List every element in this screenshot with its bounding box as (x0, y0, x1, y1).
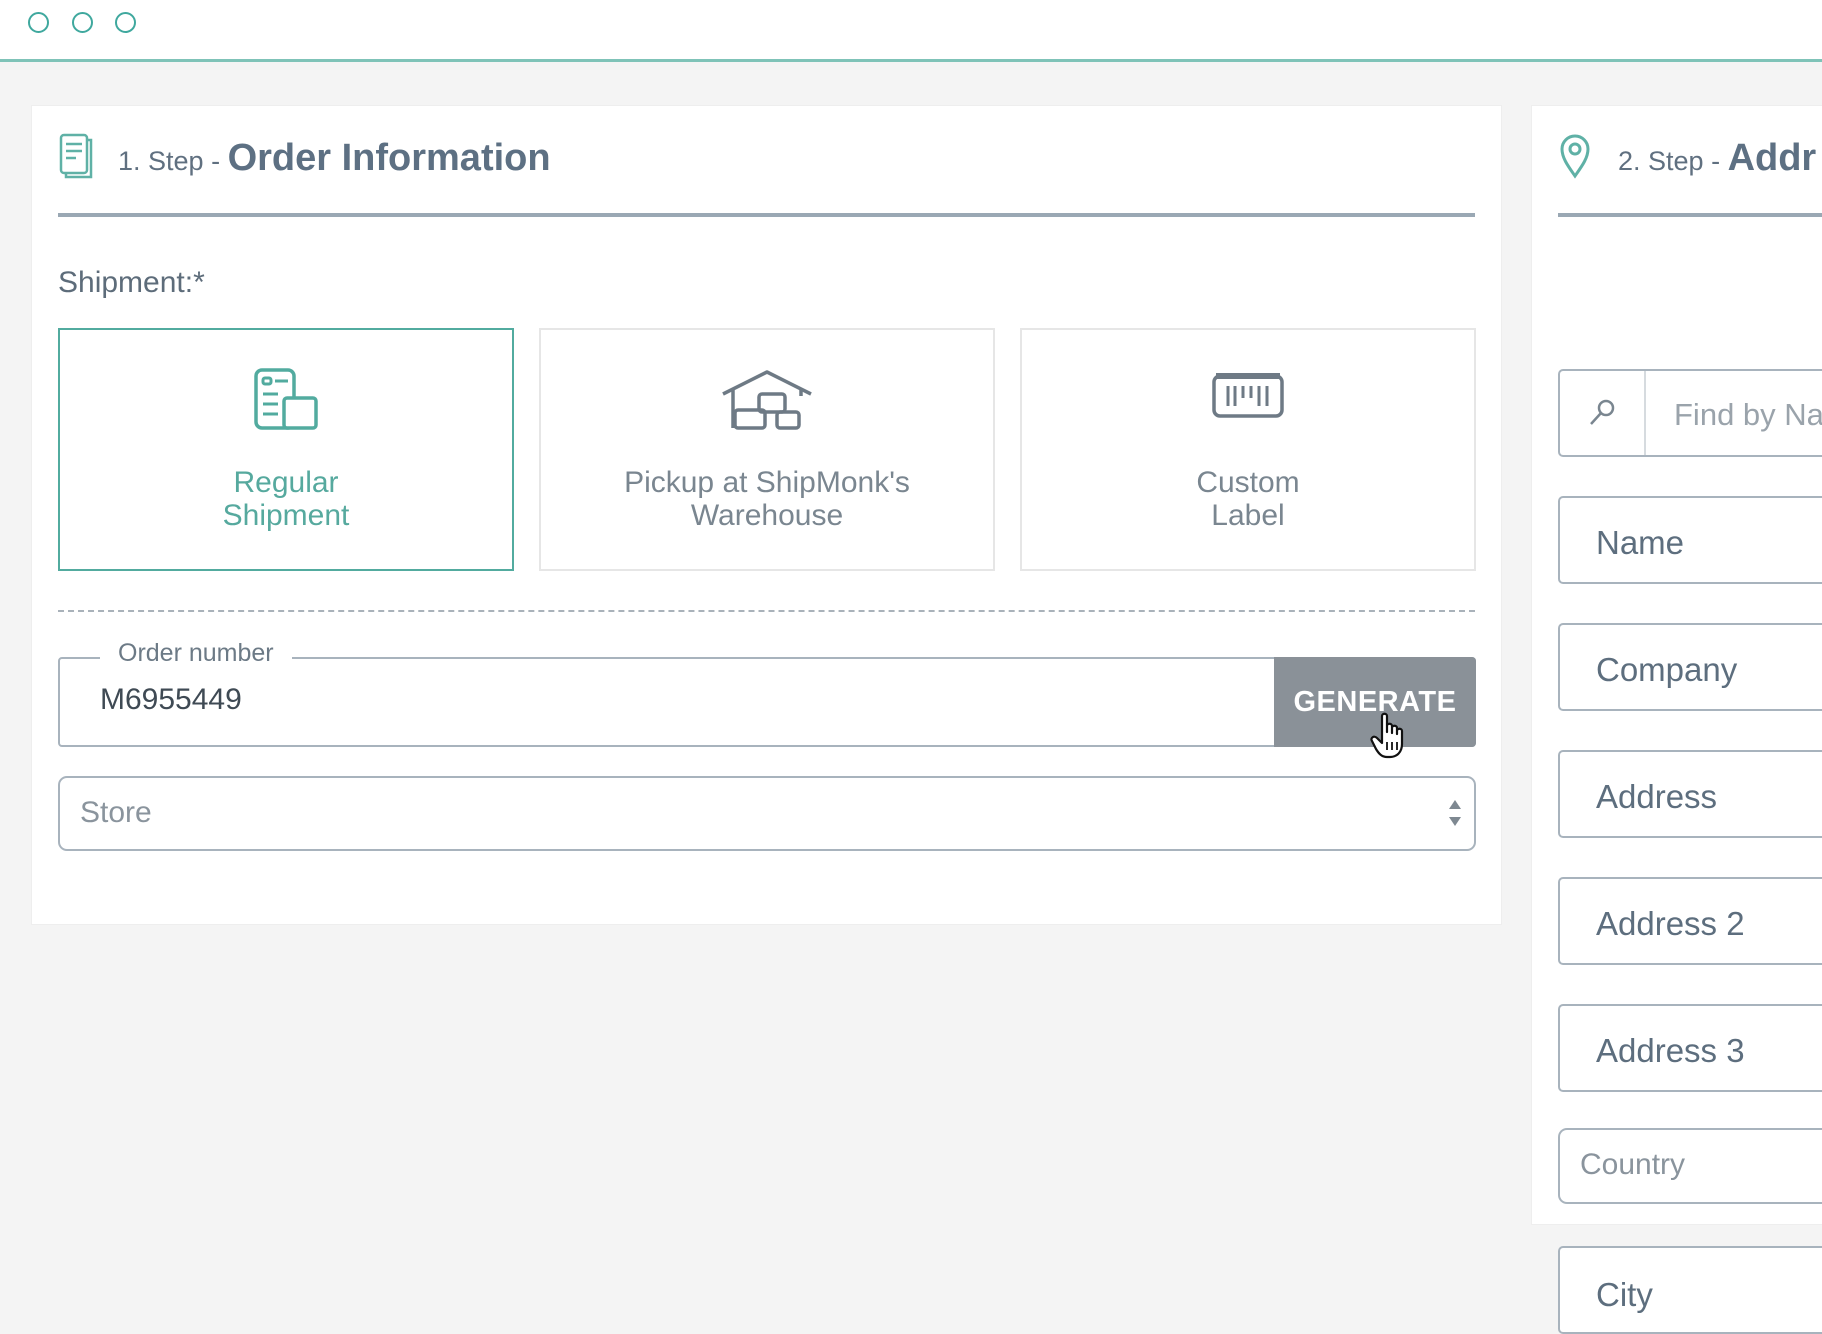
order-number-field: Order number M6955449 GENERATE (58, 639, 1476, 747)
warehouse-pickup-label: Pickup at ShipMonk's Warehouse (624, 466, 910, 532)
select-arrows-icon (1448, 796, 1462, 830)
order-information-panel: 1. Step - Order Information Shipment:* R… (31, 105, 1502, 925)
address-panel: 2. Step - Addr Find by Na Name Company A… (1531, 105, 1822, 1334)
search-icon (1560, 371, 1646, 455)
address-title: 2. Step - Addr (1618, 137, 1816, 180)
order-information-header: 1. Step - Order Information (58, 132, 1475, 217)
address-2-field[interactable]: Address 2 (1558, 877, 1822, 965)
store-select[interactable]: Store (58, 776, 1476, 851)
document-icon (58, 132, 94, 185)
address-3-field-placeholder: Address 3 (1596, 1032, 1745, 1069)
barcode-label-icon (1210, 366, 1286, 431)
close-window-button[interactable] (28, 12, 49, 33)
address-3-field[interactable]: Address 3 (1558, 1004, 1822, 1092)
order-number-input[interactable]: M6955449 (100, 683, 242, 717)
name-field-placeholder: Name (1596, 524, 1685, 561)
address-2-field-placeholder: Address 2 (1596, 905, 1745, 942)
country-select[interactable]: Country (1558, 1128, 1822, 1204)
shipment-label: Shipment:* (58, 266, 205, 299)
location-pin-icon (1558, 132, 1592, 185)
company-field-placeholder: Company (1596, 651, 1738, 688)
address-field-placeholder: Address (1596, 778, 1718, 815)
custom-label-option[interactable]: Custom Label (1020, 328, 1476, 571)
regular-shipment-option[interactable]: Regular Shipment (58, 328, 514, 571)
address-search-input[interactable]: Find by Na (1558, 369, 1822, 457)
warehouse-pickup-option[interactable]: Pickup at ShipMonk's Warehouse (539, 328, 995, 571)
city-field[interactable]: City (1558, 1246, 1822, 1334)
regular-shipment-icon (250, 366, 322, 441)
regular-shipment-label: Regular Shipment (222, 466, 350, 532)
page-title: 1. Step - Order Information (118, 137, 551, 180)
step-number: 1. Step - (118, 146, 228, 176)
window-titlebar (0, 0, 1822, 62)
warehouse-icon (719, 366, 815, 441)
step-2-title: Addr (1727, 137, 1817, 179)
hand-cursor-icon (1370, 712, 1410, 765)
section-divider (58, 610, 1475, 612)
country-select-placeholder: Country (1580, 1148, 1686, 1181)
step-number-2: 2. Step - (1618, 146, 1728, 176)
step-title: Order Information (227, 137, 551, 179)
maximize-window-button[interactable] (115, 12, 136, 33)
store-select-placeholder: Store (80, 796, 152, 829)
order-number-legend: Order number (100, 639, 292, 668)
name-field[interactable]: Name (1558, 496, 1822, 584)
minimize-window-button[interactable] (72, 12, 93, 33)
company-field[interactable]: Company (1558, 623, 1822, 711)
custom-label-text: Custom Label (1196, 466, 1300, 532)
address-search-placeholder: Find by Na (1674, 397, 1822, 432)
city-field-placeholder: City (1596, 1276, 1653, 1313)
address-field[interactable]: Address (1558, 750, 1822, 838)
address-header: 2. Step - Addr (1558, 132, 1822, 217)
